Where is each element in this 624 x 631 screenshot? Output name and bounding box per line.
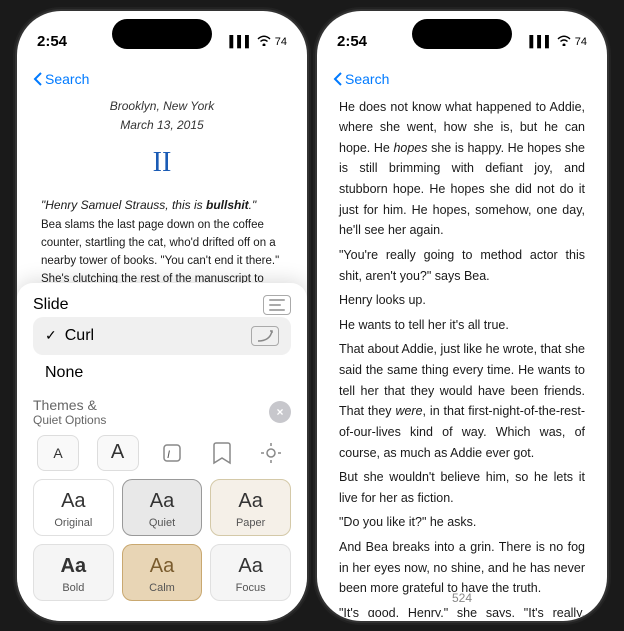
nav-bar-right[interactable]: Search: [317, 61, 607, 97]
theme-paper[interactable]: Aa Paper: [210, 479, 291, 536]
wifi-icon: [257, 35, 271, 49]
theme-grid: Aa Original Aa Quiet Aa Paper Aa Bold: [33, 479, 291, 601]
svg-text:I: I: [167, 449, 170, 461]
reading-content: He does not know what happened to Addie,…: [317, 97, 607, 617]
brightness-icon[interactable]: [255, 437, 287, 469]
large-font-button[interactable]: A: [97, 435, 139, 471]
right-phone: 2:54 ▌▌▌ 74 Search: [317, 11, 607, 621]
none-label: None: [45, 364, 83, 382]
curl-icon: [251, 326, 279, 346]
left-phone: 2:54 ▌▌▌ 74 Search: [17, 11, 307, 621]
font-style-icon[interactable]: I: [156, 437, 188, 469]
bookmark-icon[interactable]: [206, 437, 238, 469]
battery-icon: 74: [275, 36, 287, 48]
status-icons-right: ▌▌▌ 74: [529, 35, 587, 49]
back-button-left[interactable]: Search: [33, 71, 89, 87]
theme-original[interactable]: Aa Original: [33, 479, 114, 536]
time-left: 2:54: [37, 33, 67, 50]
overlay-panel: Slide ✓ Curl None: [17, 283, 307, 621]
close-button[interactable]: ×: [269, 401, 291, 423]
status-icons-left: ▌▌▌ 74: [229, 35, 287, 49]
slide-icon: [263, 295, 291, 315]
small-font-button[interactable]: A: [37, 435, 79, 471]
theme-quiet[interactable]: Aa Quiet: [122, 479, 203, 536]
page-number: 524: [452, 591, 472, 605]
check-icon: ✓: [45, 327, 57, 344]
status-bar-left: 2:54 ▌▌▌ 74: [17, 11, 307, 61]
battery-right-icon: 74: [575, 36, 587, 48]
signal-right-icon: ▌▌▌: [529, 36, 552, 48]
time-right: 2:54: [337, 33, 367, 50]
back-button-right[interactable]: Search: [333, 71, 389, 87]
curl-label: Curl: [65, 327, 94, 345]
theme-calm[interactable]: Aa Calm: [122, 544, 203, 601]
phones-container: 2:54 ▌▌▌ 74 Search: [17, 11, 607, 621]
wifi-right-icon: [557, 35, 571, 49]
option-curl[interactable]: ✓ Curl: [33, 317, 291, 355]
signal-bars-icon: ▌▌▌: [229, 36, 252, 48]
themes-section-title: Themes & Quiet Options ×: [33, 397, 291, 427]
font-controls: A A I: [33, 435, 291, 471]
option-none[interactable]: None: [33, 355, 291, 391]
status-bar-right: 2:54 ▌▌▌ 74: [317, 11, 607, 61]
slide-title: Slide: [33, 296, 69, 314]
theme-bold[interactable]: Aa Bold: [33, 544, 114, 601]
chapter-number: II: [41, 141, 283, 186]
book-location: Brooklyn, New York March 13, 2015: [41, 97, 283, 135]
nav-bar-left[interactable]: Search: [17, 61, 307, 97]
theme-focus[interactable]: Aa Focus: [210, 544, 291, 601]
